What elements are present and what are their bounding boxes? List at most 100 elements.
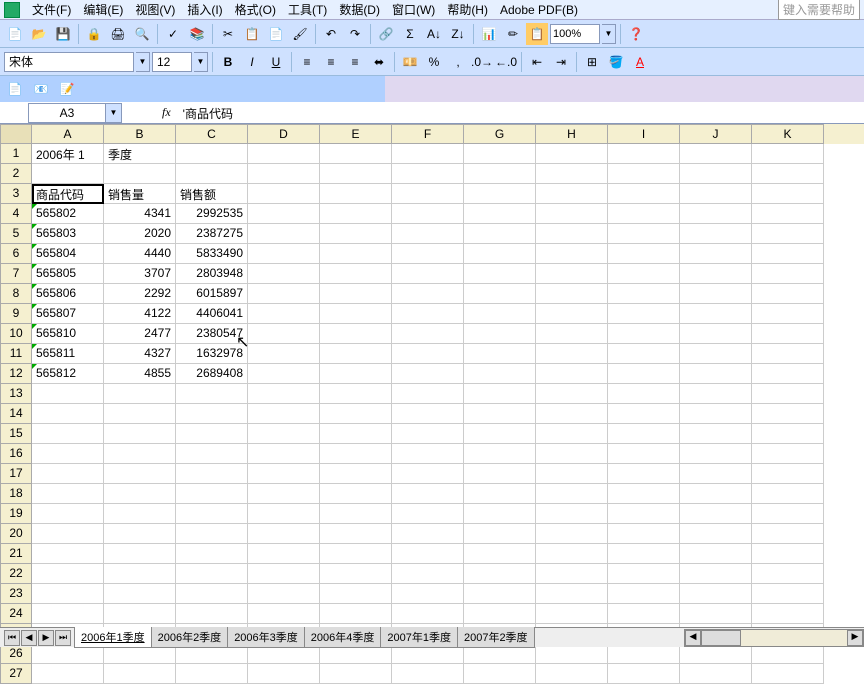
cell-D12[interactable] xyxy=(248,364,320,384)
row-header-5[interactable]: 5 xyxy=(0,224,32,244)
fx-icon[interactable]: fx xyxy=(162,105,171,120)
menu-format[interactable]: 格式(O) xyxy=(229,0,282,20)
cell-E17[interactable] xyxy=(320,464,392,484)
spell-icon[interactable]: ✓ xyxy=(162,23,184,45)
cell-G2[interactable] xyxy=(464,164,536,184)
col-header-G[interactable]: G xyxy=(464,124,536,144)
cell-C4[interactable]: 2992535 xyxy=(176,204,248,224)
cell-F13[interactable] xyxy=(392,384,464,404)
row-header-16[interactable]: 16 xyxy=(0,444,32,464)
cell-J11[interactable] xyxy=(680,344,752,364)
cell-H1[interactable] xyxy=(536,144,608,164)
cell-G8[interactable] xyxy=(464,284,536,304)
cell-K14[interactable] xyxy=(752,404,824,424)
pdf-email-icon[interactable]: 📧 xyxy=(30,78,52,100)
save-icon[interactable]: 💾 xyxy=(52,23,74,45)
cell-H10[interactable] xyxy=(536,324,608,344)
col-header-K[interactable]: K xyxy=(752,124,824,144)
cell-B7[interactable]: 3707 xyxy=(104,264,176,284)
row-header-1[interactable]: 1 xyxy=(0,144,32,164)
help-search-input[interactable]: 键入需要帮助 xyxy=(778,0,860,20)
cell-D4[interactable] xyxy=(248,204,320,224)
cell-K10[interactable] xyxy=(752,324,824,344)
cell-B22[interactable] xyxy=(104,564,176,584)
permission-icon[interactable]: 🔒 xyxy=(83,23,105,45)
form-icon[interactable]: 📋 xyxy=(526,23,548,45)
cell-D18[interactable] xyxy=(248,484,320,504)
cell-H22[interactable] xyxy=(536,564,608,584)
cell-I22[interactable] xyxy=(608,564,680,584)
cell-H16[interactable] xyxy=(536,444,608,464)
cell-I23[interactable] xyxy=(608,584,680,604)
cell-E1[interactable] xyxy=(320,144,392,164)
comma-icon[interactable]: , xyxy=(447,51,469,73)
cell-H6[interactable] xyxy=(536,244,608,264)
cell-G1[interactable] xyxy=(464,144,536,164)
col-header-C[interactable]: C xyxy=(176,124,248,144)
cell-K3[interactable] xyxy=(752,184,824,204)
cell-G18[interactable] xyxy=(464,484,536,504)
cell-K24[interactable] xyxy=(752,604,824,624)
cell-A11[interactable]: 565811 xyxy=(32,344,104,364)
cell-E9[interactable] xyxy=(320,304,392,324)
sheet-tab-0[interactable]: 2006年1季度 xyxy=(74,627,152,648)
cell-J20[interactable] xyxy=(680,524,752,544)
cell-I3[interactable] xyxy=(608,184,680,204)
menu-insert[interactable]: 插入(I) xyxy=(181,0,228,20)
col-header-J[interactable]: J xyxy=(680,124,752,144)
cell-H21[interactable] xyxy=(536,544,608,564)
cell-D1[interactable] xyxy=(248,144,320,164)
align-right-icon[interactable]: ≡ xyxy=(344,51,366,73)
cell-D6[interactable] xyxy=(248,244,320,264)
cell-F11[interactable] xyxy=(392,344,464,364)
cell-C10[interactable]: 2380547 xyxy=(176,324,248,344)
cell-B5[interactable]: 2020 xyxy=(104,224,176,244)
align-left-icon[interactable]: ≡ xyxy=(296,51,318,73)
cell-F23[interactable] xyxy=(392,584,464,604)
drawing-icon[interactable]: ✏ xyxy=(502,23,524,45)
cell-G6[interactable] xyxy=(464,244,536,264)
cell-F18[interactable] xyxy=(392,484,464,504)
cell-K2[interactable] xyxy=(752,164,824,184)
paste-icon[interactable]: 📄 xyxy=(265,23,287,45)
cell-I15[interactable] xyxy=(608,424,680,444)
row-header-13[interactable]: 13 xyxy=(0,384,32,404)
cell-K4[interactable] xyxy=(752,204,824,224)
cell-B15[interactable] xyxy=(104,424,176,444)
cell-C20[interactable] xyxy=(176,524,248,544)
row-header-12[interactable]: 12 xyxy=(0,364,32,384)
dec-indent-icon[interactable]: ⇤ xyxy=(526,51,548,73)
cell-A8[interactable]: 565806 xyxy=(32,284,104,304)
cell-F10[interactable] xyxy=(392,324,464,344)
cell-D19[interactable] xyxy=(248,504,320,524)
dec-decimal-icon[interactable]: ←.0 xyxy=(495,51,517,73)
percent-icon[interactable]: % xyxy=(423,51,445,73)
row-header-7[interactable]: 7 xyxy=(0,264,32,284)
cell-G22[interactable] xyxy=(464,564,536,584)
sheet-tab-2[interactable]: 2006年3季度 xyxy=(227,627,305,648)
cell-J18[interactable] xyxy=(680,484,752,504)
col-header-F[interactable]: F xyxy=(392,124,464,144)
sort-desc-icon[interactable]: Z↓ xyxy=(447,23,469,45)
cell-J21[interactable] xyxy=(680,544,752,564)
cell-E21[interactable] xyxy=(320,544,392,564)
cell-G7[interactable] xyxy=(464,264,536,284)
inc-indent-icon[interactable]: ⇥ xyxy=(550,51,572,73)
cell-E14[interactable] xyxy=(320,404,392,424)
cell-H27[interactable] xyxy=(536,664,608,684)
cell-I8[interactable] xyxy=(608,284,680,304)
cell-G10[interactable] xyxy=(464,324,536,344)
bold-icon[interactable]: B xyxy=(217,51,239,73)
cell-I24[interactable] xyxy=(608,604,680,624)
align-center-icon[interactable]: ≡ xyxy=(320,51,342,73)
autosum-icon[interactable]: Σ xyxy=(399,23,421,45)
cell-A12[interactable]: 565812 xyxy=(32,364,104,384)
cell-F6[interactable] xyxy=(392,244,464,264)
cell-J10[interactable] xyxy=(680,324,752,344)
font-color-icon[interactable]: A xyxy=(629,51,651,73)
cell-I7[interactable] xyxy=(608,264,680,284)
cell-J16[interactable] xyxy=(680,444,752,464)
row-header-26[interactable]: 26 xyxy=(0,644,32,664)
cell-E2[interactable] xyxy=(320,164,392,184)
cell-K23[interactable] xyxy=(752,584,824,604)
